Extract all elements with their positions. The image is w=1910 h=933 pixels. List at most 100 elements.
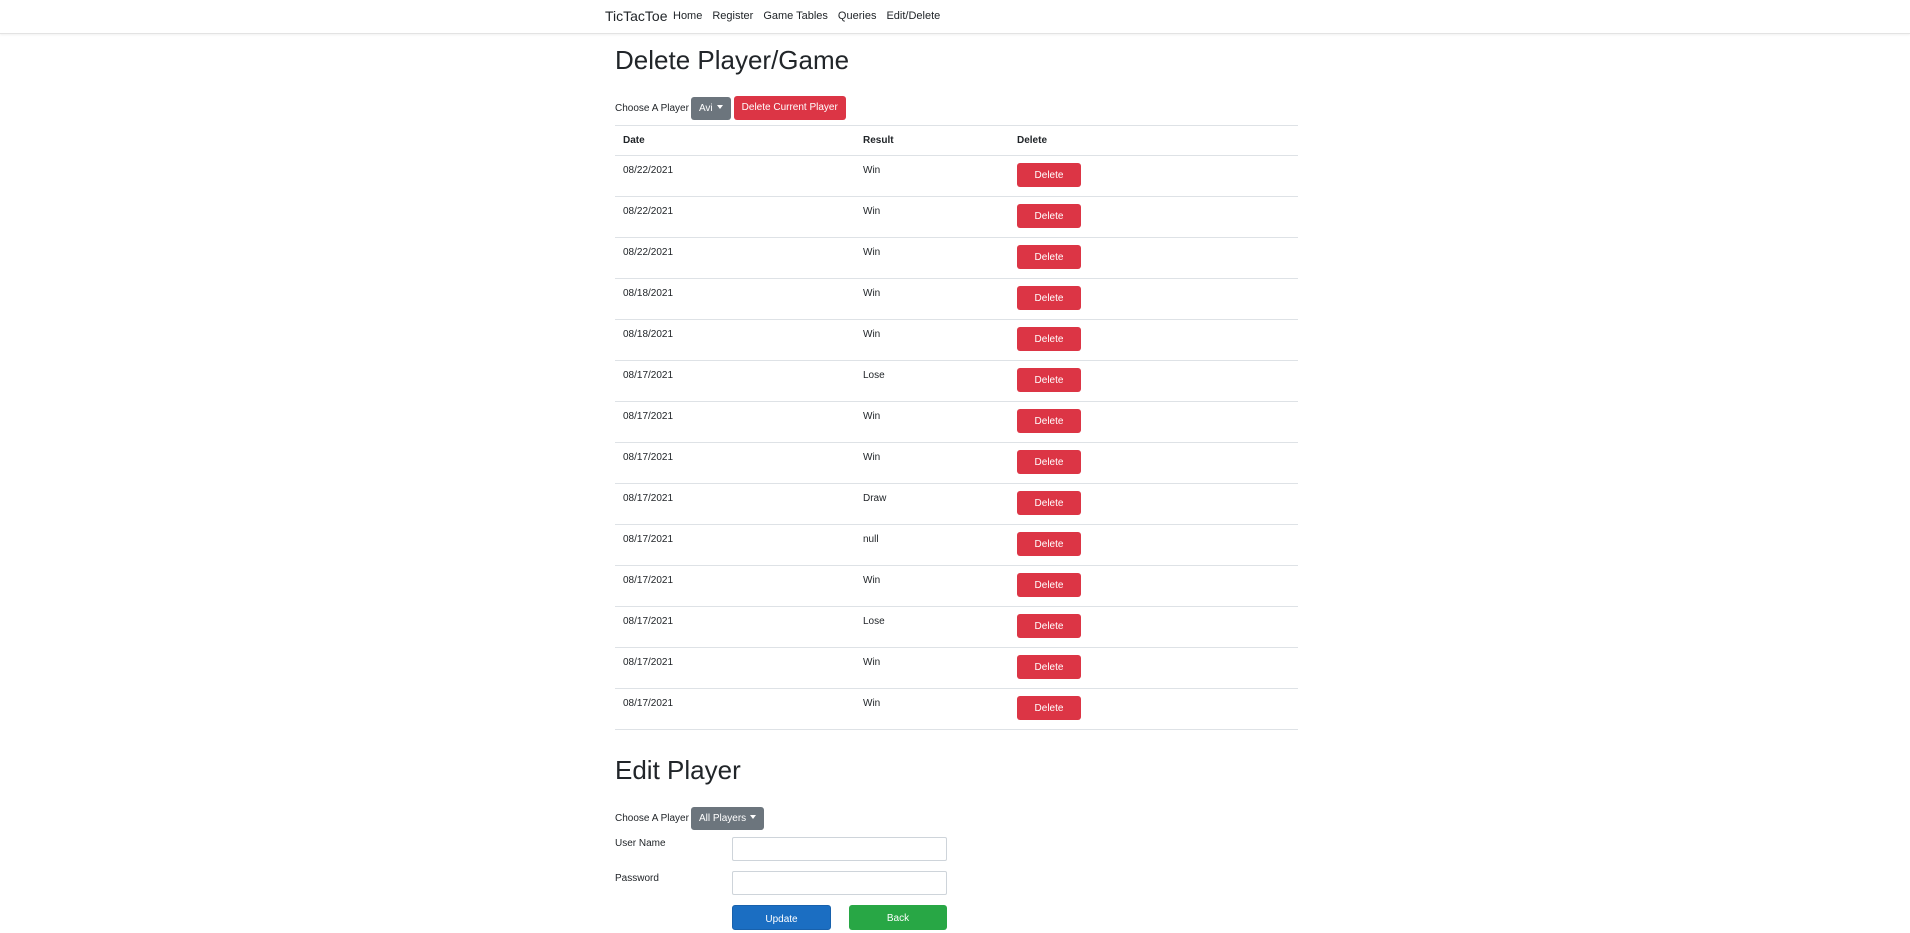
cell-date: 08/22/2021 bbox=[615, 155, 855, 197]
password-input[interactable] bbox=[732, 871, 947, 895]
caret-down-icon bbox=[750, 815, 757, 820]
table-row: 08/17/2021 Lose Delete bbox=[615, 360, 1298, 402]
username-label: User Name bbox=[615, 838, 666, 849]
delete-game-button[interactable]: Delete bbox=[1017, 655, 1081, 679]
delete-game-button[interactable]: Delete bbox=[1017, 614, 1081, 638]
nav-link-edit-delete[interactable]: Edit/Delete bbox=[886, 10, 940, 22]
delete-game-button[interactable]: Delete bbox=[1017, 163, 1081, 187]
nav-link-game-tables[interactable]: Game Tables bbox=[763, 10, 828, 22]
table-row: 08/22/2021 Win Delete bbox=[615, 196, 1298, 238]
table-row: 08/17/2021 Draw Delete bbox=[615, 483, 1298, 525]
header-delete: Delete bbox=[1009, 125, 1298, 156]
choose-player-label: Choose A Player bbox=[615, 813, 689, 824]
delete-game-button[interactable]: Delete bbox=[1017, 573, 1081, 597]
cell-delete: Delete bbox=[1009, 278, 1298, 320]
nav-link-queries[interactable]: Queries bbox=[838, 10, 877, 22]
cell-result: Win bbox=[855, 155, 1009, 197]
cell-delete: Delete bbox=[1009, 360, 1298, 402]
table-header-row: Date Result Delete bbox=[615, 125, 1298, 156]
table-row: 08/22/2021 Win Delete bbox=[615, 155, 1298, 197]
cell-result: Lose bbox=[855, 606, 1009, 648]
cell-result: Win bbox=[855, 565, 1009, 607]
brand-link[interactable]: TicTacToe bbox=[605, 8, 668, 24]
cell-date: 08/18/2021 bbox=[615, 319, 855, 361]
table-row: 08/18/2021 Win Delete bbox=[615, 319, 1298, 361]
edit-player-dropdown-button[interactable]: All Players bbox=[690, 807, 765, 830]
table-row: 08/18/2021 Win Delete bbox=[615, 278, 1298, 320]
top-navbar: TicTacToe Home Register Game Tables Quer… bbox=[0, 0, 1910, 34]
edit-section-title: Edit Player bbox=[615, 755, 741, 785]
delete-game-button[interactable]: Delete bbox=[1017, 245, 1081, 269]
delete-current-player-button[interactable]: Delete Current Player bbox=[733, 96, 846, 120]
player-dropdown-value: Avi bbox=[698, 102, 713, 114]
cell-date: 08/17/2021 bbox=[615, 442, 855, 484]
cell-date: 08/17/2021 bbox=[615, 688, 855, 730]
username-input[interactable] bbox=[732, 837, 947, 861]
delete-game-button[interactable]: Delete bbox=[1017, 368, 1081, 392]
cell-delete: Delete bbox=[1009, 483, 1298, 525]
player-dropdown-button[interactable]: Avi bbox=[690, 96, 731, 120]
table-row: 08/17/2021 Win Delete bbox=[615, 401, 1298, 443]
update-button[interactable]: Update bbox=[732, 905, 831, 930]
cell-result: Win bbox=[855, 278, 1009, 320]
cell-result: Win bbox=[855, 196, 1009, 238]
table-row: 08/17/2021 Lose Delete bbox=[615, 606, 1298, 648]
cell-delete: Delete bbox=[1009, 319, 1298, 361]
cell-date: 08/18/2021 bbox=[615, 278, 855, 320]
delete-game-button[interactable]: Delete bbox=[1017, 327, 1081, 351]
delete-section-title: Delete Player/Game bbox=[615, 45, 850, 75]
cell-date: 08/17/2021 bbox=[615, 401, 855, 443]
cell-delete: Delete bbox=[1009, 565, 1298, 607]
edit-player-dropdown-value: All Players bbox=[698, 813, 747, 824]
caret-down-icon bbox=[716, 104, 723, 109]
cell-date: 08/17/2021 bbox=[615, 647, 855, 689]
nav-link-home[interactable]: Home bbox=[673, 10, 702, 22]
cell-delete: Delete bbox=[1009, 442, 1298, 484]
delete-game-button[interactable]: Delete bbox=[1017, 450, 1081, 474]
cell-result: Win bbox=[855, 401, 1009, 443]
cell-result: Win bbox=[855, 237, 1009, 279]
delete-player-chooser: Choose A Player Avi Delete Current Playe… bbox=[615, 96, 846, 120]
back-button[interactable]: Back bbox=[849, 905, 947, 930]
cell-result: Lose bbox=[855, 360, 1009, 402]
cell-result: Win bbox=[855, 319, 1009, 361]
cell-result: null bbox=[855, 524, 1009, 566]
cell-delete: Delete bbox=[1009, 524, 1298, 566]
delete-game-button[interactable]: Delete bbox=[1017, 286, 1081, 310]
cell-date: 08/22/2021 bbox=[615, 237, 855, 279]
table-row: 08/17/2021 Win Delete bbox=[615, 688, 1298, 730]
delete-game-button[interactable]: Delete bbox=[1017, 696, 1081, 720]
delete-game-button[interactable]: Delete bbox=[1017, 409, 1081, 433]
table-row: 08/17/2021 null Delete bbox=[615, 524, 1298, 566]
choose-player-label: Choose A Player bbox=[615, 102, 689, 114]
cell-date: 08/22/2021 bbox=[615, 196, 855, 238]
cell-result: Win bbox=[855, 647, 1009, 689]
nav-link-register[interactable]: Register bbox=[712, 10, 753, 22]
nav-links: Home Register Game Tables Queries Edit/D… bbox=[673, 10, 950, 22]
table-row: 08/17/2021 Win Delete bbox=[615, 442, 1298, 484]
password-label: Password bbox=[615, 873, 659, 884]
cell-date: 08/17/2021 bbox=[615, 524, 855, 566]
cell-delete: Delete bbox=[1009, 155, 1298, 197]
header-date: Date bbox=[615, 125, 855, 156]
table-row: 08/17/2021 Win Delete bbox=[615, 565, 1298, 607]
cell-date: 08/17/2021 bbox=[615, 565, 855, 607]
cell-result: Draw bbox=[855, 483, 1009, 525]
cell-result: Win bbox=[855, 688, 1009, 730]
cell-result: Win bbox=[855, 442, 1009, 484]
cell-delete: Delete bbox=[1009, 606, 1298, 648]
cell-delete: Delete bbox=[1009, 237, 1298, 279]
edit-player-chooser: Choose A Player All Players bbox=[615, 807, 765, 830]
delete-game-button[interactable]: Delete bbox=[1017, 532, 1081, 556]
delete-game-button[interactable]: Delete bbox=[1017, 204, 1081, 228]
games-table-body: 08/22/2021 Win Delete 08/22/2021 Win Delete 08… bbox=[615, 155, 1298, 730]
header-result: Result bbox=[855, 125, 1009, 156]
delete-game-button[interactable]: Delete bbox=[1017, 491, 1081, 515]
cell-delete: Delete bbox=[1009, 688, 1298, 730]
table-row: 08/17/2021 Win Delete bbox=[615, 647, 1298, 689]
cell-date: 08/17/2021 bbox=[615, 360, 855, 402]
cell-date: 08/17/2021 bbox=[615, 483, 855, 525]
table-row: 08/22/2021 Win Delete bbox=[615, 237, 1298, 279]
cell-delete: Delete bbox=[1009, 401, 1298, 443]
cell-date: 08/17/2021 bbox=[615, 606, 855, 648]
